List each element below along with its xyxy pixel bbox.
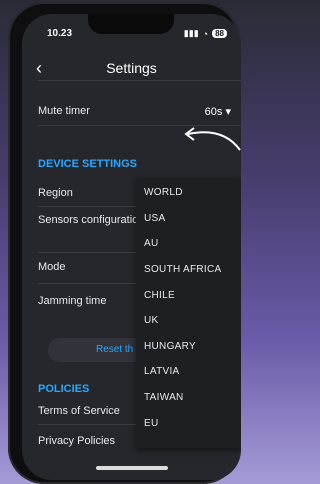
screen: 10.23 ▮▮▮ ◔ 88 ‹ Settings Mute timer 60s… bbox=[22, 14, 241, 480]
battery-icon: 88 bbox=[212, 29, 227, 38]
region-label: Region bbox=[38, 187, 73, 199]
reset-button-label: Reset th bbox=[96, 344, 134, 355]
jamming-label: Jamming time bbox=[38, 295, 107, 307]
region-dropdown[interactable]: WORLD USA AU SOUTH AFRICA CHILE UK HUNGA… bbox=[136, 178, 241, 448]
region-option[interactable]: HUNGARY bbox=[144, 341, 196, 352]
region-option[interactable]: USA bbox=[144, 213, 165, 224]
privacy-label: Privacy Policies bbox=[38, 435, 116, 447]
region-option[interactable]: TAIWAN bbox=[144, 392, 184, 403]
device-settings-heading: DEVICE SETTINGS bbox=[38, 158, 138, 170]
region-option[interactable]: AU bbox=[144, 238, 159, 249]
status-time: 10.23 bbox=[47, 28, 73, 39]
region-option[interactable]: UK bbox=[144, 315, 159, 326]
phone-frame: 10.23 ▮▮▮ ◔ 88 ‹ Settings Mute timer 60s… bbox=[8, 2, 241, 484]
status-icons: ▮▮▮ ◔ 88 bbox=[184, 28, 227, 39]
region-option[interactable]: WORLD bbox=[144, 187, 183, 198]
mute-timer-select[interactable]: 60s ▾ bbox=[205, 105, 231, 118]
region-option[interactable]: SOUTH AFRICA bbox=[144, 264, 222, 275]
signal-icon: ▮▮▮ bbox=[183, 28, 199, 38]
page-title: Settings bbox=[106, 60, 157, 76]
divider bbox=[38, 80, 241, 81]
region-option[interactable]: LATVIA bbox=[144, 366, 180, 377]
policies-heading: POLICIES bbox=[38, 383, 90, 395]
mute-timer-row[interactable]: Mute timer 60s ▾ bbox=[38, 105, 241, 118]
region-option[interactable]: EU bbox=[144, 418, 159, 429]
terms-label: Terms of Service bbox=[38, 405, 120, 417]
annotation-arrow-icon bbox=[184, 127, 241, 151]
sensors-label: Sensors configuration bbox=[38, 214, 145, 226]
mute-timer-label: Mute timer bbox=[38, 105, 90, 117]
region-option[interactable]: CHILE bbox=[144, 290, 175, 301]
mode-label: Mode bbox=[38, 261, 66, 273]
home-indicator[interactable] bbox=[96, 466, 168, 470]
status-bar: 10.23 ▮▮▮ ◔ 88 bbox=[22, 14, 241, 42]
wifi-icon: ◔ bbox=[202, 28, 209, 39]
